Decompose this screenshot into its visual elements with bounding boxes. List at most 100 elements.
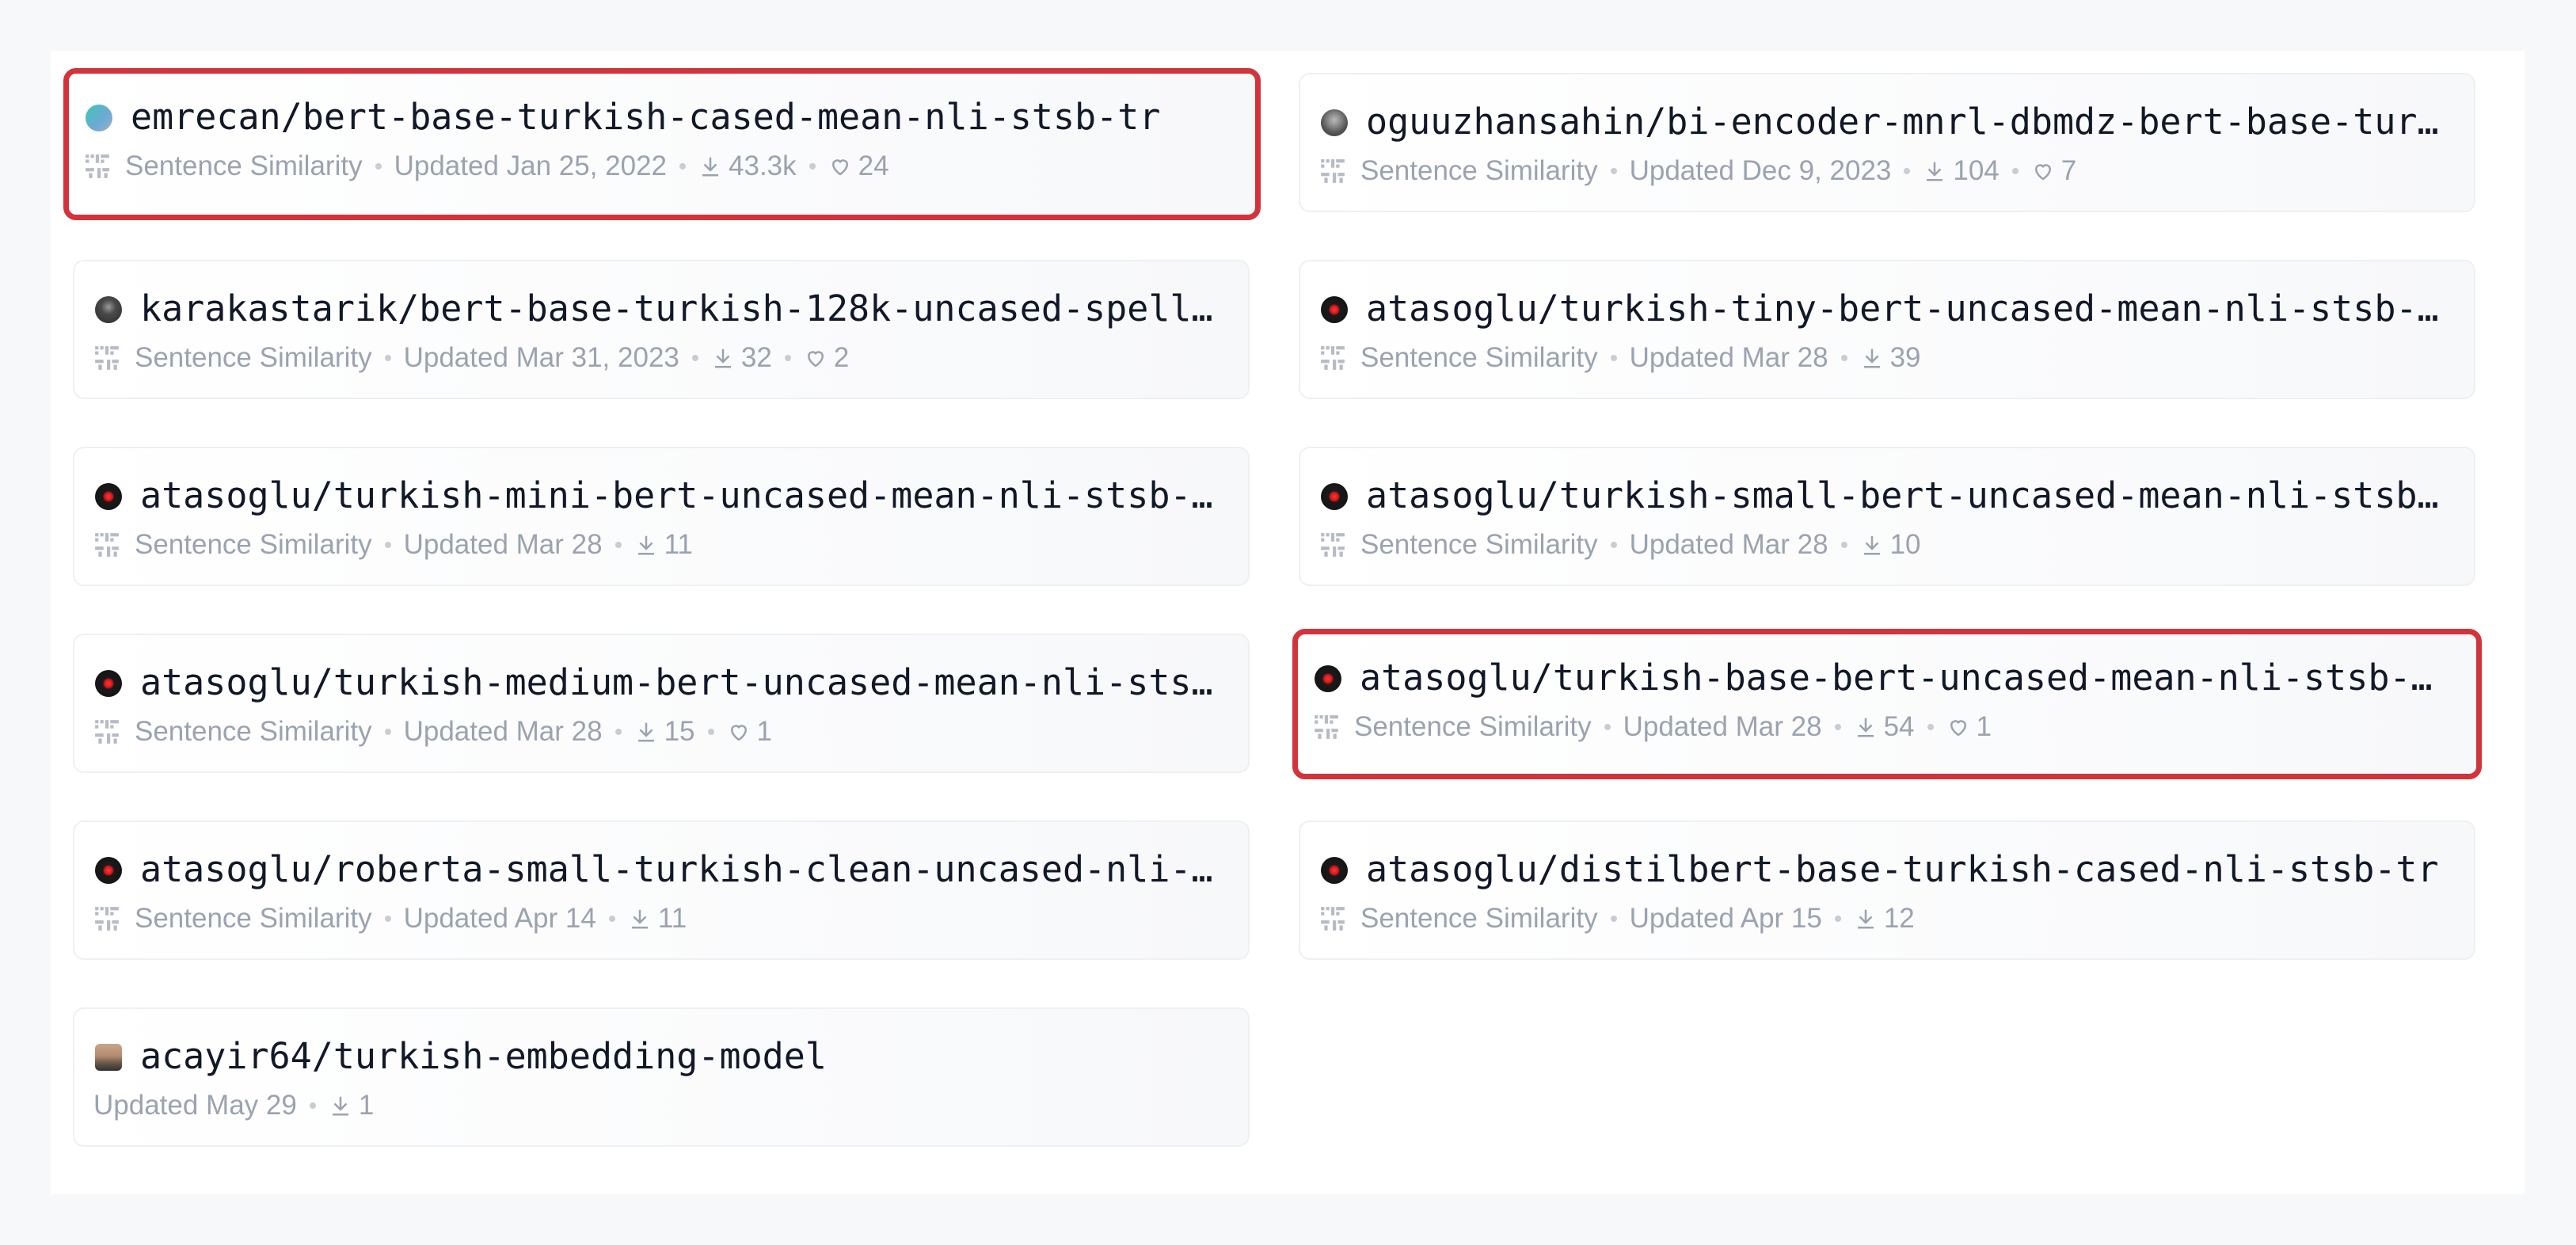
heart-icon (730, 725, 747, 741)
updated-label: Updated Mar 28 (1629, 342, 1828, 373)
model-card[interactable]: atasoglu/distilbert-base-turkish-cased-n… (1299, 820, 2475, 960)
separator-dot (608, 916, 615, 922)
heart-icon (831, 159, 848, 176)
model-meta: Sentence Similarity Updated Mar 28 10 (1319, 524, 1921, 565)
user-avatar (1321, 857, 1348, 884)
model-name-link[interactable]: emrecan/bert-base-turkish-cased-mean-nli… (131, 93, 1223, 141)
model-meta: Updated May 29 1 (93, 1085, 374, 1126)
heart-icon (1950, 720, 1966, 737)
separator-dot (384, 729, 391, 735)
download-icon (1857, 718, 1874, 737)
separator-dot (809, 163, 816, 169)
download-count: 10 (1889, 529, 1921, 560)
separator-dot (1927, 724, 1934, 730)
download-count: 12 (1883, 903, 1915, 934)
task-label: Sentence Similarity (1360, 342, 1598, 373)
separator-dot (1834, 724, 1841, 730)
model-name-link[interactable]: oguuzhansahin/bi-encoder-mnrl-dbmdz-bert… (1366, 98, 2459, 146)
download-icon (637, 535, 654, 555)
updated-label: Updated Dec 9, 2023 (1629, 155, 1892, 186)
model-name-link[interactable]: atasoglu/turkish-tiny-bert-uncased-mean-… (1366, 285, 2459, 333)
download-count: 15 (664, 716, 695, 747)
like-count: 7 (2060, 155, 2077, 186)
download-icon (1863, 535, 1880, 555)
model-name-link[interactable]: karakastarik/bert-base-turkish-128k-unca… (140, 285, 1233, 333)
model-meta: Sentence Similarity Updated Mar 28 39 (1319, 337, 1921, 379)
model-name-link[interactable]: atasoglu/turkish-mini-bert-uncased-mean-… (140, 472, 1233, 520)
separator-dot (1840, 355, 1847, 361)
download-count: 39 (1889, 342, 1921, 373)
download-count: 1 (358, 1090, 375, 1121)
user-avatar (95, 483, 122, 510)
updated-label: Updated Apr 14 (403, 903, 596, 934)
updated-label: Updated Jan 25, 2022 (394, 150, 668, 181)
sentence-similarity-icon (95, 533, 119, 557)
user-avatar (1315, 665, 1341, 692)
separator-dot (1904, 168, 1911, 174)
download-count: 54 (1883, 711, 1915, 742)
model-list-panel: emrecan/bert-base-turkish-cased-mean-nli… (51, 51, 2525, 1194)
model-card[interactable]: atasoglu/turkish-tiny-bert-uncased-mean-… (1299, 260, 2475, 399)
separator-dot (784, 355, 791, 361)
user-avatar (95, 857, 122, 884)
model-card[interactable]: atasoglu/turkish-small-bert-uncased-mean… (1299, 447, 2475, 586)
download-count: 11 (664, 529, 693, 560)
updated-label: Updated Mar 28 (1623, 711, 1822, 742)
separator-dot (309, 1102, 316, 1109)
updated-label: Updated Mar 31, 2023 (403, 342, 679, 373)
model-card[interactable]: oguuzhansahin/bi-encoder-mnrl-dbmdz-bert… (1299, 73, 2475, 212)
sentence-similarity-icon (1321, 159, 1345, 183)
sentence-similarity-icon (1321, 533, 1345, 557)
model-meta: Sentence Similarity Updated Apr 15 12 (1319, 898, 1915, 939)
model-card[interactable]: atasoglu/roberta-small-turkish-clean-unc… (73, 820, 1250, 960)
user-avatar (95, 1044, 122, 1071)
model-card[interactable]: emrecan/bert-base-turkish-cased-mean-nli… (63, 68, 1261, 220)
model-name-link[interactable]: atasoglu/roberta-small-turkish-clean-unc… (140, 846, 1233, 893)
download-icon (714, 348, 731, 368)
download-icon (1927, 162, 1943, 181)
model-name-link[interactable]: acayir64/turkish-embedding-model (140, 1033, 1233, 1080)
download-count: 104 (1953, 155, 2000, 186)
download-icon (1863, 348, 1880, 368)
separator-dot (375, 163, 382, 169)
separator-dot (691, 355, 698, 361)
model-name-link[interactable]: atasoglu/turkish-small-bert-uncased-mean… (1366, 472, 2459, 520)
separator-dot (1604, 724, 1611, 730)
download-count: 11 (657, 903, 687, 934)
separator-dot (1840, 542, 1847, 548)
user-avatar (1321, 109, 1348, 136)
separator-dot (384, 542, 391, 548)
task-label: Sentence Similarity (135, 342, 372, 373)
model-card[interactable]: atasoglu/turkish-base-bert-uncased-mean-… (1292, 629, 2482, 779)
model-card[interactable]: atasoglu/turkish-mini-bert-uncased-mean-… (73, 447, 1250, 586)
model-meta: Sentence Similarity Updated Mar 28 15 1 (93, 711, 772, 752)
task-label: Sentence Similarity (1360, 903, 1598, 934)
download-count: 43.3k (729, 150, 797, 181)
sentence-similarity-icon (86, 154, 109, 178)
separator-dot (1610, 542, 1617, 548)
model-card[interactable]: karakastarik/bert-base-turkish-128k-unca… (73, 260, 1250, 399)
separator-dot (384, 355, 391, 361)
model-meta: Sentence Similarity Updated Mar 28 54 1 (1313, 706, 1992, 748)
separator-dot (707, 729, 714, 735)
model-card[interactable]: atasoglu/turkish-medium-bert-uncased-mea… (73, 634, 1250, 773)
download-count: 32 (740, 342, 772, 373)
model-name-link[interactable]: atasoglu/turkish-base-bert-uncased-mean-… (1360, 654, 2452, 702)
sentence-similarity-icon (1315, 715, 1338, 739)
model-meta: Sentence Similarity Updated Mar 31, 2023… (93, 337, 849, 379)
task-label: Sentence Similarity (1354, 711, 1592, 742)
like-count: 1 (1976, 711, 1992, 742)
download-icon (637, 722, 654, 742)
separator-dot (1834, 916, 1841, 922)
heart-icon (807, 351, 824, 367)
model-name-link[interactable]: atasoglu/distilbert-base-turkish-cased-n… (1366, 846, 2459, 893)
separator-dot (1610, 168, 1617, 174)
heart-icon (2034, 164, 2051, 181)
download-icon (1857, 909, 1874, 929)
user-avatar (1321, 483, 1348, 510)
model-meta: Sentence Similarity Updated Jan 25, 2022… (84, 146, 889, 187)
model-card[interactable]: acayir64/turkish-embedding-model Updated… (73, 1007, 1250, 1147)
task-label: Sentence Similarity (135, 529, 372, 560)
updated-label: Updated Mar 28 (1629, 529, 1828, 560)
model-name-link[interactable]: atasoglu/turkish-medium-bert-uncased-mea… (140, 659, 1233, 706)
